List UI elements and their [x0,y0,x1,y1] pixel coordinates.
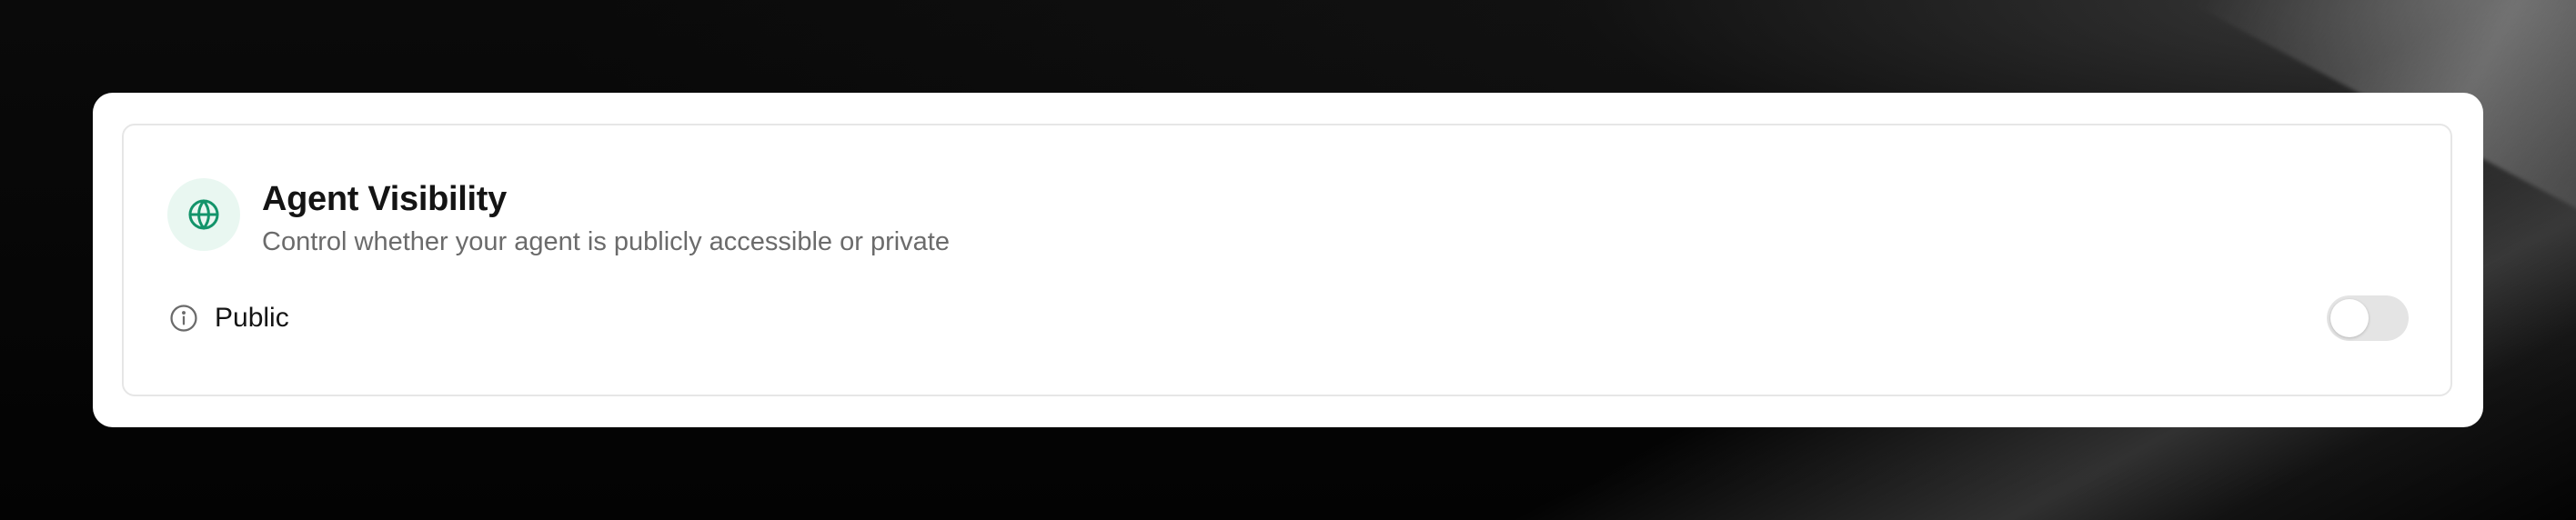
card-titles: Agent Visibility Control whether your ag… [262,178,950,258]
info-icon[interactable] [167,302,200,335]
public-toggle[interactable] [2327,295,2409,341]
public-label: Public [215,303,289,333]
public-visibility-row: Public [167,295,2409,342]
card-subtitle: Control whether your agent is publicly a… [262,227,950,256]
public-visibility-label-group: Public [167,302,289,335]
globe-icon [167,178,240,251]
toggle-knob [2330,299,2369,337]
card-header: Agent Visibility Control whether your ag… [167,178,950,258]
agent-visibility-card: Agent Visibility Control whether your ag… [122,124,2452,396]
settings-panel: Agent Visibility Control whether your ag… [93,93,2483,427]
card-title: Agent Visibility [262,180,507,218]
